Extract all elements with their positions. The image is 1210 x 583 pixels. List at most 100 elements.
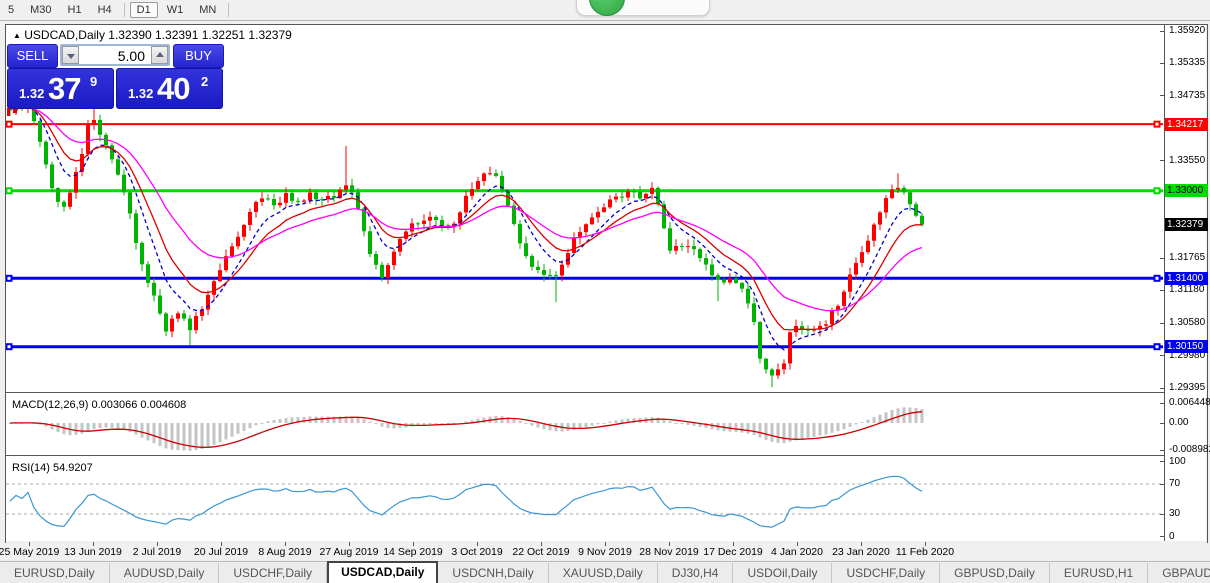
timeframe-button-h4[interactable]: H4 (91, 2, 119, 18)
chart-tab-xauusd-daily[interactable]: XAUUSD,Daily (549, 563, 658, 583)
line-handle-center (1155, 345, 1159, 349)
one-click-trade-panel: SELL BUY 1.32 37 9 1.32 40 2 (7, 44, 224, 109)
sell-button[interactable]: SELL (7, 44, 58, 68)
chart-tab-gbpusd-daily[interactable]: GBPUSD,Daily (940, 563, 1050, 583)
candle-body (788, 332, 792, 364)
macd-histogram-bar (254, 423, 258, 426)
macd-histogram-bar (524, 423, 528, 424)
macd-histogram-bar (152, 423, 156, 444)
volume-input[interactable] (79, 46, 151, 64)
level-price-tag: 1.30150 (1165, 340, 1208, 354)
candle-body (854, 262, 858, 275)
buy-price-tile[interactable]: 1.32 40 2 (116, 68, 223, 109)
candle-body (548, 274, 552, 276)
sell-price-sup: 9 (90, 74, 98, 89)
candle-body (56, 188, 60, 202)
price-axis-label: 1.30580 (1169, 317, 1206, 329)
candle-body (530, 256, 534, 267)
macd-histogram-bar (74, 423, 78, 435)
candle-body (254, 201, 258, 212)
macd-histogram-bar (368, 421, 372, 423)
price-axis-label: 1.33550 (1169, 154, 1206, 166)
macd-histogram-bar (842, 423, 846, 430)
rsi-label: RSI(14) 54.9207 (12, 462, 93, 474)
macd-histogram-bar (890, 409, 894, 423)
rsi-chart-canvas[interactable] (6, 459, 1164, 541)
chart-tab-usdoil-daily[interactable]: USDOil,Daily (733, 563, 833, 583)
collapse-triangle-icon[interactable]: ▲ (13, 31, 21, 40)
candle-body (374, 254, 378, 265)
candle-body (236, 236, 240, 247)
volume-stepper (60, 44, 170, 66)
macd-histogram-bar (140, 423, 144, 438)
timeframe-button-5[interactable]: 5 (1, 2, 21, 18)
candle-body (296, 200, 300, 202)
chart-tab-dj30-h4[interactable]: DJ30,H4 (658, 563, 734, 583)
chart-object-marker (13, 109, 17, 113)
candle-body (878, 212, 882, 225)
macd-histogram-bar (284, 417, 288, 423)
candle-body (62, 201, 66, 207)
timeframe-button-h1[interactable]: H1 (61, 2, 89, 18)
macd-histogram-bar (728, 423, 732, 432)
symbol-period-label: USDCAD,Daily (24, 28, 105, 42)
candle-body (620, 196, 624, 198)
date-axis-label: 11 Feb 2020 (895, 546, 955, 558)
macd-histogram-bar (92, 423, 96, 430)
macd-histogram-bar (800, 423, 804, 439)
chart-tab-audusd-daily[interactable]: AUDUSD,Daily (110, 563, 220, 583)
date-axis-label: 25 May 2019 (0, 546, 60, 558)
macd-histogram-bar (782, 423, 786, 444)
sell-price-prefix: 1.32 (19, 86, 45, 101)
timeframe-button-w1[interactable]: W1 (160, 2, 191, 18)
price-axis-tick (1160, 30, 1164, 32)
chart-tab-usdchf-daily[interactable]: USDCHF,Daily (832, 563, 941, 583)
candle-body (776, 369, 780, 376)
macd-histogram-bar (266, 421, 270, 423)
candle-body (782, 363, 786, 370)
macd-histogram-bar (218, 423, 222, 443)
price-axis-tick (1160, 62, 1164, 64)
date-axis-label: 3 Oct 2019 (451, 546, 503, 558)
chart-tab-usdcad-daily[interactable]: USDCAD,Daily (327, 561, 439, 583)
candle-body (890, 189, 894, 199)
volume-decrease-button[interactable] (62, 46, 79, 64)
candle-body (344, 185, 348, 190)
buy-price-sup: 2 (201, 74, 209, 89)
candle-body (44, 141, 48, 165)
candle-body (602, 207, 606, 212)
macd-histogram-bar (734, 423, 738, 433)
date-axis[interactable]: 25 May 2019 13 Jun 2019 2 Jul 2019 20 Jul 2… (0, 542, 1210, 561)
price-axis-label: 1.29395 (1169, 382, 1206, 393)
timeframe-button-d1[interactable]: D1 (129, 2, 158, 18)
price-axis-label: 1.34735 (1169, 89, 1206, 101)
candle-body (404, 231, 408, 239)
date-axis-label: 9 Nov 2019 (578, 546, 632, 558)
sell-price-tile[interactable]: 1.32 37 9 (7, 68, 114, 109)
macd-histogram-bar (242, 423, 246, 432)
candle-body (302, 200, 306, 202)
candle-body (92, 119, 96, 125)
macd-histogram-bar (686, 423, 690, 426)
timeframe-button-m30[interactable]: M30 (23, 2, 58, 18)
chart-object-marker (7, 108, 10, 116)
macd-histogram-bar (248, 423, 252, 429)
chart-tab-usdchf-daily[interactable]: USDCHF,Daily (219, 563, 328, 583)
record-button-icon[interactable] (589, 0, 625, 16)
timeframe-button-mn[interactable]: MN (192, 2, 223, 18)
price-axis-tick (1160, 257, 1164, 259)
candle-body (416, 223, 420, 225)
chart-tab-eurusd-h1[interactable]: EURUSD,H1 (1050, 563, 1149, 583)
candle-body (716, 275, 720, 280)
buy-button[interactable]: BUY (173, 44, 224, 68)
macd-histogram-bar (110, 423, 114, 428)
candle-body (422, 220, 426, 224)
candle-body (290, 193, 294, 201)
candle-body (98, 119, 102, 135)
chart-tab-eurusd-daily[interactable]: EURUSD,Daily (0, 563, 110, 583)
chart-tab-usdcnh-daily[interactable]: USDCNH,Daily (438, 563, 549, 583)
macd-histogram-bar (320, 416, 324, 423)
volume-increase-button[interactable] (151, 46, 168, 64)
chart-tab-gbpaud-h1[interactable]: GBPAUD,H1 (1148, 563, 1210, 583)
candle-body (350, 185, 354, 193)
